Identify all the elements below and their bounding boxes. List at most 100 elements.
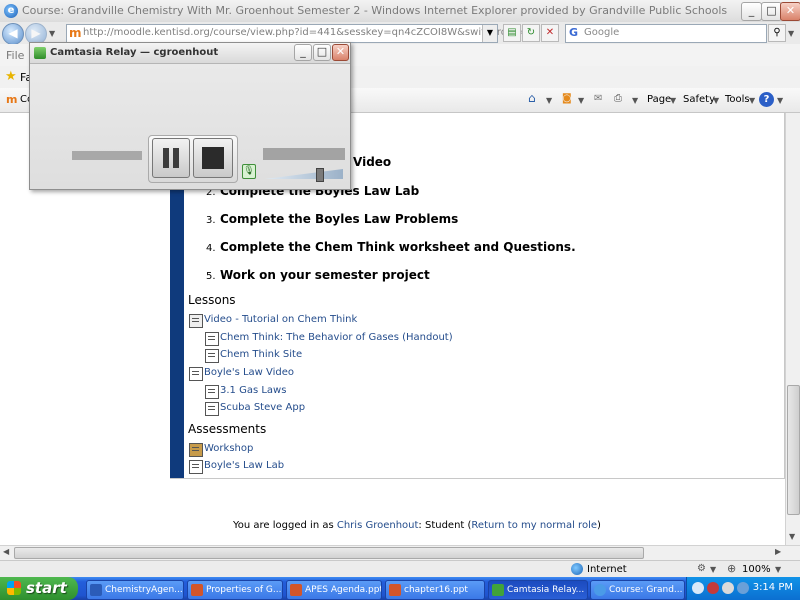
help-icon[interactable]: ? [759,92,774,107]
return-role-link[interactable]: Return to my normal role [471,520,597,531]
moodle-favicon-icon: m [69,26,82,40]
back-button[interactable]: ◀ [2,23,24,45]
scroll-right-arrow-icon[interactable]: ▶ [775,547,781,556]
camtasia-maximize-button[interactable]: □ [313,44,331,61]
refresh-icon[interactable]: ↻ [522,24,540,42]
zoom-dropdown-icon[interactable]: ▼ [775,565,781,574]
maximize-button[interactable]: □ [761,2,782,21]
scroll-left-arrow-icon[interactable]: ◀ [3,547,9,556]
taskbar-button[interactable]: chapter16.ppt [385,580,485,600]
assessment-link[interactable]: Boyle's Law Lab [204,460,284,471]
word-icon [90,584,102,596]
workshop-icon [189,443,203,457]
document-resource-icon [205,349,219,363]
microphone-icon[interactable]: 🎙 [242,164,256,179]
assessments-heading: Assessments [188,422,267,436]
login-info: You are logged in as Chris Groenhout: St… [233,520,601,531]
lessons-heading: Lessons [188,293,236,307]
clock[interactable]: 3:14 PM [753,582,793,593]
video-resource-icon [189,314,203,328]
ie-logo-icon: e [4,4,18,18]
scroll-down-arrow-icon[interactable]: ▼ [789,532,795,541]
taskbar-button[interactable]: APES Agenda.ppt [286,580,382,600]
powerpoint-icon [290,584,302,596]
document-resource-icon [205,332,219,346]
volume-slider-thumb[interactable] [316,168,324,182]
camtasia-close-button[interactable]: ✕ [332,44,349,61]
lesson-link[interactable]: Boyle's Law Video [204,367,294,378]
home-icon[interactable]: ⌂ [528,91,536,105]
taskbar-button[interactable]: Course: Grand... [590,580,685,600]
help-dropdown-icon[interactable]: ▼ [777,96,783,105]
taskbar-button[interactable]: ChemistryAgen... [86,580,184,600]
audio-level-meter [263,148,345,160]
task-item: Complete the Boyles Law Problems [220,212,459,226]
vertical-scroll-thumb[interactable] [787,385,800,515]
start-label: start [26,579,67,597]
login-suffix: ) [597,520,601,531]
assessment-link[interactable]: Workshop [204,443,253,454]
minimize-button[interactable]: _ [741,2,762,21]
tools-dropdown-icon[interactable]: ▼ [749,96,755,105]
security-zone: Internet [587,564,627,575]
document-resource-icon [205,385,219,399]
history-dropdown-icon[interactable]: ▼ [49,29,55,38]
address-bar[interactable]: m http://moodle.kentisd.org/course/view.… [66,24,531,43]
home-dropdown-icon[interactable]: ▼ [546,96,552,105]
tray-volume-icon[interactable] [722,582,734,594]
search-icon[interactable]: ⚲ [768,24,786,42]
search-box[interactable]: G Google [565,24,767,43]
lesson-link[interactable]: 3.1 Gas Laws [220,385,286,396]
menu-file[interactable]: File [6,49,24,62]
lesson-link[interactable]: Video - Tutorial on Chem Think [204,314,357,325]
search-input[interactable]: Google [584,27,619,38]
task-number: 5. [206,271,216,282]
taskbar-button-label: APES Agenda.ppt [305,585,382,595]
zoom-icon[interactable]: ⊕ [727,562,736,575]
taskbar-button-active[interactable]: Camtasia Relay... [488,580,588,600]
tab-favicon-icon: m [6,93,18,106]
start-button[interactable]: start [0,577,78,600]
feeds-dropdown-icon[interactable]: ▼ [578,96,584,105]
camtasia-title: Camtasia Relay — cgroenhout [50,47,219,58]
address-dropdown-icon[interactable]: ▼ [482,25,497,42]
feeds-icon[interactable]: ◙ [562,93,572,104]
safety-dropdown-icon[interactable]: ▼ [713,96,719,105]
tray-network-icon[interactable] [737,582,749,594]
search-options-icon[interactable]: ▼ [788,29,794,38]
protected-mode-icon[interactable]: ⚙ [697,563,706,574]
protected-dropdown-icon[interactable]: ▼ [710,565,716,574]
address-input[interactable]: http://moodle.kentisd.org/course/view.ph… [83,27,531,38]
stop-icon[interactable]: ✕ [541,24,559,42]
camtasia-title-bar: Camtasia Relay — cgroenhout _ □ ✕ [30,43,350,64]
camtasia-minimize-button[interactable]: _ [294,44,312,61]
compatibility-icon[interactable]: ▤ [503,24,521,42]
favorites-star-icon[interactable]: ★ [5,69,17,84]
lesson-link[interactable]: Chem Think: The Behavior of Gases (Hando… [220,332,453,343]
tray-security-icon[interactable] [707,582,719,594]
mail-icon[interactable]: ✉ [594,93,602,104]
windows-flag-icon [7,581,21,595]
print-icon[interactable]: ⎙ [614,93,622,104]
stop-button[interactable] [193,138,233,178]
safety-menu[interactable]: Safety [683,94,715,105]
login-role: : Student ( [418,520,472,531]
user-profile-link[interactable]: Chris Groenhout [337,520,419,531]
horizontal-scroll-thumb[interactable] [14,547,644,559]
task-number: 3. [206,215,216,226]
lesson-link[interactable]: Scuba Steve App [220,402,305,413]
document-resource-icon [189,367,203,381]
taskbar-button[interactable]: Properties of G... [187,580,283,600]
window-title: Course: Grandville Chemistry With Mr. Gr… [22,4,728,17]
page-menu[interactable]: Page [647,94,671,105]
course-bottom-border [170,478,785,479]
print-dropdown-icon[interactable]: ▼ [632,96,638,105]
pause-button[interactable] [152,138,190,178]
tools-menu[interactable]: Tools [725,94,750,105]
close-button[interactable]: ✕ [780,2,800,21]
lesson-link[interactable]: Chem Think Site [220,349,302,360]
powerpoint-icon [191,584,203,596]
zoom-level[interactable]: 100% [742,564,771,575]
tray-app-icon[interactable] [692,582,704,594]
page-dropdown-icon[interactable]: ▼ [670,96,676,105]
